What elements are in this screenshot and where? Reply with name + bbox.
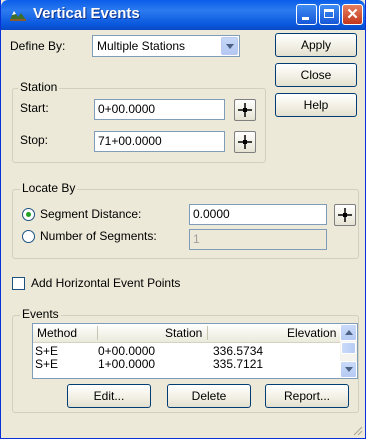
events-scrollbar[interactable] bbox=[340, 324, 357, 378]
define-by-value: Multiple Stations bbox=[97, 39, 186, 53]
delete-button-label: Delete bbox=[191, 389, 227, 403]
start-pick-button[interactable] bbox=[234, 99, 256, 121]
column-station[interactable]: Station bbox=[165, 326, 202, 340]
add-horizontal-checkbox[interactable] bbox=[12, 277, 25, 290]
row-station: 1+00.0000 bbox=[98, 357, 156, 371]
crosshair-pick-icon bbox=[338, 208, 352, 222]
events-list[interactable]: Method Station Elevation S+E 0+00.0000 3… bbox=[32, 323, 358, 379]
chevron-down-icon bbox=[345, 367, 353, 372]
number-of-segments-label: Number of Segments: bbox=[40, 229, 157, 243]
events-list-header: Method Station Elevation bbox=[33, 324, 357, 343]
maximize-button[interactable] bbox=[319, 4, 340, 25]
delete-button[interactable]: Delete bbox=[167, 384, 251, 408]
events-group-title: Events bbox=[20, 307, 61, 321]
chevron-down-icon bbox=[226, 44, 234, 49]
start-station-input[interactable]: 0+00.0000 bbox=[94, 99, 225, 120]
resize-grip-icon[interactable] bbox=[351, 424, 363, 436]
define-by-label: Define By: bbox=[10, 39, 66, 53]
row-elevation: 335.7121 bbox=[213, 357, 264, 371]
window-title: Vertical Events bbox=[33, 5, 140, 22]
row-method: S+E bbox=[35, 357, 59, 371]
station-group-title: Station bbox=[18, 80, 60, 94]
row-elevation: 336.5734 bbox=[213, 344, 264, 358]
table-row[interactable]: S+E 0+00.0000 336.5734 bbox=[33, 344, 357, 358]
close-button[interactable]: Close bbox=[275, 63, 357, 87]
minimize-button[interactable] bbox=[296, 4, 317, 25]
edit-button-label: Edit... bbox=[93, 389, 125, 403]
report-button[interactable]: Report... bbox=[265, 384, 349, 408]
number-of-segments-input[interactable]: 1 bbox=[189, 229, 327, 250]
segment-distance-label: Segment Distance: bbox=[40, 207, 142, 221]
report-button-label: Report... bbox=[283, 389, 331, 403]
column-divider[interactable] bbox=[207, 326, 208, 340]
stop-station-input[interactable]: 71+00.0000 bbox=[94, 131, 225, 152]
define-by-select[interactable]: Multiple Stations bbox=[92, 35, 240, 57]
chevron-up-icon bbox=[345, 330, 353, 335]
scroll-down-button[interactable] bbox=[340, 361, 357, 378]
radio-selected-dot bbox=[26, 212, 31, 217]
apply-button-label: Apply bbox=[300, 38, 332, 52]
vertical-events-app-icon bbox=[10, 11, 26, 21]
stop-pick-button[interactable] bbox=[234, 131, 256, 153]
scroll-up-button[interactable] bbox=[340, 324, 357, 341]
table-row[interactable]: S+E 1+00.0000 335.7121 bbox=[33, 357, 357, 371]
column-elevation[interactable]: Elevation bbox=[287, 326, 336, 340]
number-of-segments-radio[interactable] bbox=[22, 230, 35, 243]
locate-by-group-title: Locate By bbox=[20, 181, 78, 195]
close-icon: ✕ bbox=[346, 6, 359, 23]
row-method: S+E bbox=[35, 344, 59, 358]
close-button-label: Close bbox=[300, 68, 332, 82]
row-station: 0+00.0000 bbox=[98, 344, 156, 358]
column-divider[interactable] bbox=[97, 326, 98, 340]
maximize-icon bbox=[324, 9, 334, 18]
minimize-icon bbox=[302, 17, 309, 20]
close-window-button[interactable]: ✕ bbox=[342, 4, 363, 25]
apply-button[interactable]: Apply bbox=[275, 33, 357, 57]
help-button-label: Help bbox=[303, 98, 329, 112]
add-horizontal-label: Add Horizontal Event Points bbox=[31, 276, 181, 290]
start-label: Start: bbox=[20, 101, 49, 115]
edit-button[interactable]: Edit... bbox=[67, 384, 151, 408]
stop-label: Stop: bbox=[20, 133, 49, 147]
help-button[interactable]: Help bbox=[275, 93, 357, 117]
crosshair-pick-icon bbox=[238, 103, 252, 117]
segment-distance-pick-button[interactable] bbox=[334, 204, 356, 226]
crosshair-pick-icon bbox=[238, 135, 252, 149]
vertical-events-dialog: Vertical Events ✕ Define By: Multiple St… bbox=[0, 0, 366, 439]
segment-distance-radio[interactable] bbox=[22, 208, 35, 221]
title-bar[interactable]: Vertical Events ✕ bbox=[1, 0, 365, 30]
segment-distance-input[interactable]: 0.0000 bbox=[189, 204, 327, 225]
dropdown-arrow[interactable] bbox=[221, 37, 238, 55]
scroll-thumb[interactable] bbox=[341, 342, 356, 354]
column-method[interactable]: Method bbox=[37, 326, 77, 340]
